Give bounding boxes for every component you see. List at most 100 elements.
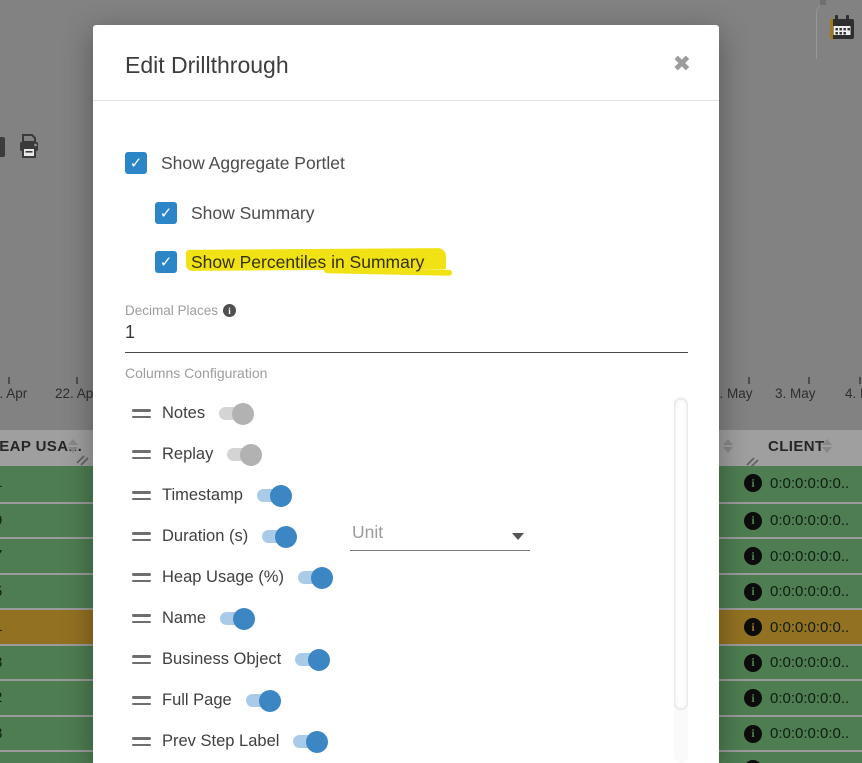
- info-icon[interactable]: i: [744, 618, 762, 636]
- decimal-places-field: Decimal Places i 1: [125, 303, 688, 353]
- heap-usage-cell: 8: [0, 725, 2, 742]
- column-resize-icon[interactable]: [76, 454, 89, 466]
- axis-tick: [859, 377, 861, 384]
- info-icon[interactable]: i: [744, 474, 762, 492]
- axis-date-label: 4. May: [845, 386, 862, 401]
- column-toggle[interactable]: [227, 448, 258, 461]
- column-toggle[interactable]: [295, 653, 326, 666]
- dialog-title: Edit Drillthrough: [125, 52, 289, 79]
- drag-handle-icon[interactable]: [132, 614, 151, 623]
- column-config-item: Business Object: [125, 639, 670, 680]
- column-toggle[interactable]: [262, 530, 293, 543]
- duration-text: 0:0:0:0:0:0..: [770, 690, 849, 707]
- axis-tick: [748, 377, 750, 384]
- sort-arrows-icon[interactable]: [723, 439, 733, 453]
- duration-text: 0:0:0:0:0:0..: [770, 548, 849, 565]
- calendar-icon[interactable]: [827, 13, 857, 43]
- info-icon[interactable]: i: [223, 304, 236, 317]
- heap-usage-cell: 2: [0, 689, 2, 706]
- column-label: Timestamp: [162, 486, 243, 505]
- duration-text: 0:0:0:0:0:0..: [770, 583, 849, 600]
- info-icon[interactable]: i: [744, 583, 762, 601]
- axis-date-label: 22. Ap: [55, 386, 93, 401]
- clipped-icon: [0, 137, 5, 157]
- column-toggle[interactable]: [293, 735, 324, 748]
- drag-handle-icon[interactable]: [132, 655, 151, 664]
- column-config-item: Full Page: [125, 680, 670, 721]
- column-toggle[interactable]: [298, 571, 329, 584]
- column-label: Full Page: [162, 691, 232, 710]
- decimal-places-label: Decimal Places i: [125, 303, 688, 318]
- decimal-places-input[interactable]: 1: [125, 322, 688, 353]
- column-toggle[interactable]: [219, 407, 250, 420]
- drag-handle-icon[interactable]: [132, 737, 151, 746]
- client-cell: i 0:0:0:0:0:0..: [744, 689, 849, 707]
- drag-handle-icon[interactable]: [132, 573, 151, 582]
- column-header-client[interactable]: CLIENT: [768, 438, 825, 455]
- heap-usage-cell: 7: [0, 547, 2, 564]
- printer-icon[interactable]: [16, 133, 42, 160]
- heap-usage-cell: 1: [0, 618, 2, 635]
- columns-configuration-list: Notes Replay Timestamp Duration (s) Unit Heap…: [125, 393, 670, 762]
- column-config-item: Heap Usage (%): [125, 557, 670, 598]
- drag-handle-icon[interactable]: [132, 532, 151, 541]
- info-icon[interactable]: i: [744, 547, 762, 565]
- checkbox-row: ✓ Show Aggregate Portlet: [125, 151, 345, 175]
- edit-drillthrough-dialog: Edit Drillthrough ✖ ✓ Show Aggregate Port…: [93, 25, 719, 763]
- info-icon[interactable]: i: [744, 689, 762, 707]
- checkbox-label: Show Aggregate Portlet: [161, 153, 345, 174]
- info-icon[interactable]: i: [744, 725, 762, 743]
- drag-handle-icon[interactable]: [132, 491, 151, 500]
- column-label: Business Object: [162, 650, 281, 669]
- column-config-item: Replay: [125, 434, 670, 475]
- drag-handle-icon[interactable]: [132, 409, 151, 418]
- column-config-item: Prev Step Label: [125, 721, 670, 762]
- axis-date-label: 3. May: [775, 386, 816, 401]
- column-label: Duration (s): [162, 527, 248, 546]
- chevron-down-icon: [512, 533, 524, 540]
- column-label: Heap Usage (%): [162, 568, 284, 587]
- client-cell: i 0:0:0:0:0:0..: [744, 583, 849, 601]
- column-label: Notes: [162, 404, 205, 423]
- column-config-item: Duration (s) Unit: [125, 516, 670, 557]
- checkbox-label: Show Summary: [191, 203, 315, 224]
- info-icon[interactable]: i: [744, 654, 762, 672]
- duration-text: 0:0:0:0:0:0..: [770, 654, 849, 671]
- drag-handle-icon[interactable]: [132, 450, 151, 459]
- sort-arrows-icon[interactable]: [822, 439, 832, 453]
- duration-text: 0:0:0:0:0:0..: [770, 512, 849, 529]
- column-toggle[interactable]: [257, 489, 288, 502]
- column-config-item: Notes: [125, 393, 670, 434]
- scrollbar-thumb[interactable]: [674, 398, 688, 710]
- column-toggle[interactable]: [246, 694, 277, 707]
- checkbox[interactable]: ✓: [155, 251, 177, 273]
- sort-arrows-icon[interactable]: [68, 439, 78, 453]
- checkbox-row: ✓ Show Percentiles in Summary: [155, 250, 424, 274]
- dialog-header: Edit Drillthrough ✖: [93, 25, 719, 101]
- close-icon[interactable]: ✖: [673, 51, 691, 77]
- client-cell: i 0:0:0:0:0:0..: [744, 654, 849, 672]
- axis-tick: [76, 377, 78, 384]
- checkbox-label: Show Percentiles in Summary: [191, 252, 424, 273]
- heap-usage-cell: 9: [0, 512, 2, 529]
- heap-usage-cell: 8: [0, 654, 2, 671]
- duration-text: 0:0:0:0:0:0..: [770, 475, 849, 492]
- client-cell: i 0:0:0:0:0:0..: [744, 474, 849, 492]
- scrollbar-track[interactable]: [674, 396, 688, 763]
- heap-usage-cell: 1: [0, 474, 2, 491]
- column-label: Prev Step Label: [162, 732, 279, 751]
- column-toggle[interactable]: [220, 612, 251, 625]
- columns-configuration-label: Columns Configuration: [125, 365, 267, 381]
- unit-select[interactable]: Unit: [350, 519, 530, 551]
- checkbox-row: ✓ Show Summary: [155, 201, 315, 225]
- column-config-item: Name: [125, 598, 670, 639]
- checkbox[interactable]: ✓: [155, 202, 177, 224]
- drag-handle-icon[interactable]: [132, 696, 151, 705]
- checkbox[interactable]: ✓: [125, 152, 147, 174]
- column-label: Replay: [162, 445, 213, 464]
- column-label: Name: [162, 609, 206, 628]
- axis-tick: [8, 377, 10, 384]
- duration-text: 0:0:0:0:0:0..: [770, 725, 849, 742]
- client-cell: i 0:0:0:0:0:0..: [744, 547, 849, 565]
- info-icon[interactable]: i: [744, 512, 762, 530]
